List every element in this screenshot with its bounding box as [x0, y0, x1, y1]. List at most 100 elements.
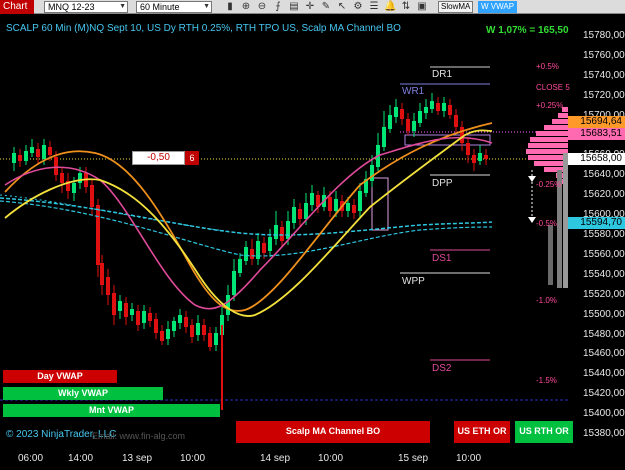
pointer-icon[interactable]: ↖: [336, 1, 348, 13]
us-rth-or-button[interactable]: US RTH OR: [515, 421, 573, 443]
candle-body: [90, 185, 94, 207]
candle-body: [160, 331, 164, 341]
wkly-vwap-bar: Wkly VWAP: [3, 387, 163, 400]
price-axis-label: 15780,00: [583, 30, 625, 41]
price-tag-ma: 15694,64: [568, 116, 625, 128]
candle-body: [142, 311, 146, 323]
tpo-row: [530, 137, 568, 142]
price-axis-label: 15740,00: [583, 69, 625, 81]
templates-icon[interactable]: ▤: [288, 1, 300, 13]
w-vwap-toggle[interactable]: W VWAP: [478, 1, 518, 13]
candle-body: [42, 145, 46, 159]
price-axis-label: 15720,00: [583, 89, 625, 101]
candle-body: [154, 319, 158, 333]
candle-body: [298, 209, 302, 219]
candle-body: [406, 119, 410, 131]
candle-body: [334, 199, 338, 211]
scalp-ma-channel-bo-button[interactable]: Scalp MA Channel BO: [236, 421, 430, 443]
time-label: 14 sep: [260, 453, 291, 464]
candles-group: [12, 93, 488, 351]
candle-body: [24, 151, 28, 161]
indicators-icon[interactable]: ⨍: [272, 1, 284, 13]
price-axis-label: 15560,00: [583, 248, 625, 260]
time-label: 10:00: [180, 453, 206, 464]
timeframe-selector[interactable]: 60 Minute ▼: [136, 1, 212, 13]
order-offset-count[interactable]: 6: [185, 151, 199, 165]
tpo-row: [528, 155, 568, 160]
candle-body: [382, 127, 386, 147]
properties-icon[interactable]: ☰: [368, 1, 380, 13]
candle-body: [48, 147, 52, 155]
candle-body: [178, 315, 182, 323]
tpo-row: [544, 125, 568, 130]
candle-body: [328, 197, 332, 211]
candle-body: [418, 111, 422, 123]
strategies-icon[interactable]: ⚙: [352, 1, 364, 13]
candle-body: [136, 311, 140, 325]
tpo-row: [534, 161, 568, 166]
us-eth-or-button[interactable]: US ETH OR: [454, 421, 510, 443]
instrument-selector[interactable]: MNQ 12-23 ▼: [44, 1, 128, 13]
bar-type-icon[interactable]: ▮: [224, 1, 236, 13]
snapshot-icon[interactable]: ▣: [416, 1, 428, 13]
chart-trader-icon[interactable]: ⇅: [400, 1, 412, 13]
chart-menu-button[interactable]: Chart: [0, 0, 34, 14]
pct-minus-1: -1.0%: [536, 296, 557, 305]
zoom-in-icon[interactable]: ⊕: [240, 1, 252, 13]
candle-body: [60, 173, 64, 183]
tpo-row: [526, 149, 568, 154]
tpo-row: [536, 131, 568, 136]
level-wpp-label: WPP: [402, 276, 425, 287]
candle-body: [280, 227, 284, 241]
order-offset-value[interactable]: -0,50: [132, 151, 185, 165]
candle-body: [244, 247, 248, 261]
alerts-icon[interactable]: 🔔: [384, 1, 396, 13]
level-ds2-label: DS2: [432, 363, 452, 374]
candle-body: [352, 205, 356, 213]
candle-body: [118, 301, 122, 311]
price-tag-pink: 15683,51: [568, 128, 625, 140]
time-label: 06:00: [18, 453, 44, 464]
level-dpp-label: DPP: [432, 178, 453, 189]
crosshair-icon[interactable]: ✛: [304, 1, 316, 13]
time-label: 13 sep: [122, 453, 153, 464]
zoom-out-icon[interactable]: ⊖: [256, 1, 268, 13]
candle-body: [454, 115, 458, 127]
time-label: 10:00: [456, 453, 482, 464]
mnt-vwap-bar: Mnt VWAP: [3, 404, 220, 417]
candle-body: [346, 203, 350, 211]
price-chart-area[interactable]: SCALP 60 Min (M)NQ Sept 10, US Dy RTH 0.…: [0, 15, 625, 470]
target-arrow-icon: [528, 176, 536, 182]
candle-body: [292, 207, 296, 223]
candle-body: [388, 115, 392, 129]
tpo-row: [552, 119, 568, 124]
price-axis-label: 15400,00: [583, 408, 625, 420]
candle-body: [430, 101, 434, 109]
price-axis-label: 15540,00: [583, 268, 625, 280]
candle-body: [30, 147, 34, 153]
candle-body: [78, 173, 82, 183]
candle-body: [72, 183, 76, 193]
chevron-down-icon: ▼: [119, 3, 126, 10]
candle-body: [202, 325, 206, 335]
slow-ma-line: [4, 129, 493, 317]
drawing-tools-icon[interactable]: ✎: [320, 1, 332, 13]
price-axis-label: 15640,00: [583, 169, 625, 181]
price-axis-label: 15620,00: [583, 189, 625, 201]
candle-body: [112, 293, 116, 315]
footer-url: Email: www.fin-alg.com: [92, 431, 186, 441]
pct-plus-025: +0.25%: [536, 101, 564, 110]
slow-ma-toggle[interactable]: SlowMA: [438, 1, 474, 13]
level-wr1-label: WR1: [402, 86, 425, 97]
price-axis-label: 15380,00: [583, 428, 625, 439]
candle-body: [466, 143, 470, 155]
candle-body: [442, 103, 446, 111]
candle-body: [184, 317, 188, 327]
price-tag-channel: 15594,70: [568, 217, 625, 229]
price-axis-label: 15520,00: [583, 288, 625, 300]
candle-body: [166, 329, 170, 339]
candle-body: [12, 153, 16, 163]
tpo-row: [528, 143, 568, 148]
target-arrow-icon: [528, 217, 536, 223]
timeframe-value: 60 Minute: [140, 2, 180, 12]
